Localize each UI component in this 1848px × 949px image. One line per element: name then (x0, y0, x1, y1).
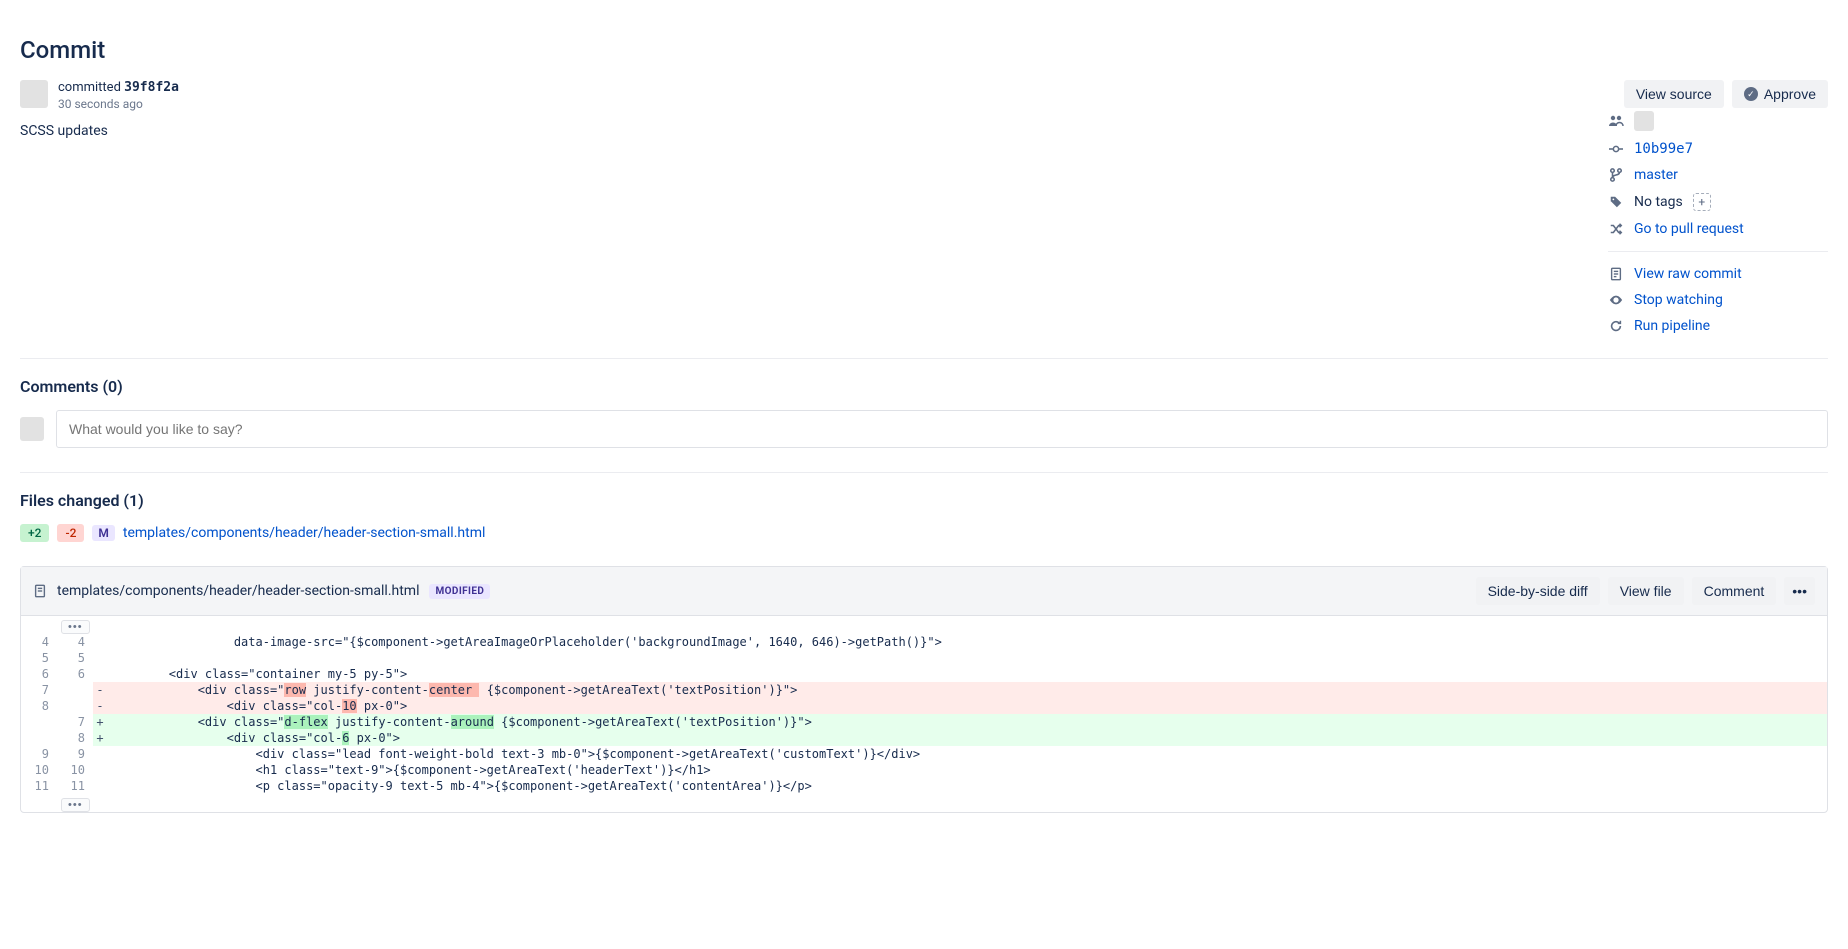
parent-commit-link[interactable]: 10b99e7 (1634, 141, 1693, 157)
comment-input[interactable] (56, 410, 1828, 448)
lines-deleted-badge: -2 (57, 524, 84, 542)
approve-button[interactable]: ✓ Approve (1732, 80, 1828, 108)
branch-icon (1608, 168, 1624, 182)
file-icon (33, 584, 47, 598)
run-pipeline-link[interactable]: Run pipeline (1634, 318, 1710, 334)
file-icon (1608, 267, 1624, 281)
lines-added-badge: +2 (20, 524, 49, 542)
more-icon: ••• (1792, 583, 1807, 599)
expand-context-top-button[interactable]: ••• (61, 620, 90, 634)
view-source-button[interactable]: View source (1624, 80, 1724, 108)
diff-file-path: templates/components/header/header-secti… (57, 583, 419, 599)
current-user-avatar (20, 417, 44, 441)
author-avatar (20, 80, 48, 108)
watchers-icon (1608, 113, 1624, 129)
refresh-icon (1608, 319, 1624, 333)
commit-meta: committed 39f8f2a (58, 80, 179, 95)
shuffle-icon (1608, 222, 1624, 236)
watcher-avatar (1634, 111, 1654, 131)
commit-hash: 39f8f2a (124, 80, 179, 95)
changed-file-link[interactable]: templates/components/header/header-secti… (123, 525, 485, 541)
expand-context-bottom-button[interactable]: ••• (61, 798, 90, 812)
view-file-button[interactable]: View file (1608, 577, 1684, 605)
page-title: Commit (20, 36, 1828, 64)
comment-button[interactable]: Comment (1692, 577, 1777, 605)
add-tag-button[interactable]: + (1693, 193, 1711, 211)
files-changed-heading: Files changed (1) (20, 491, 1828, 510)
commit-icon (1608, 142, 1624, 156)
check-circle-icon: ✓ (1744, 87, 1758, 101)
more-actions-button[interactable]: ••• (1784, 577, 1815, 605)
view-raw-commit-link[interactable]: View raw commit (1634, 266, 1742, 282)
side-by-side-button[interactable]: Side-by-side diff (1476, 577, 1600, 605)
modified-badge: MODIFIED (429, 584, 490, 599)
no-tags-label: No tags (1634, 194, 1683, 210)
branch-link[interactable]: master (1634, 167, 1678, 183)
commit-message: SCSS updates (20, 123, 1568, 139)
comments-heading: Comments (0) (20, 377, 1828, 396)
stop-watching-link[interactable]: Stop watching (1634, 292, 1723, 308)
eye-icon (1608, 293, 1624, 307)
commit-timeago: 30 seconds ago (58, 97, 179, 111)
modified-badge-short: M (92, 525, 115, 541)
tag-icon (1608, 195, 1624, 209)
pull-request-link[interactable]: Go to pull request (1634, 221, 1744, 237)
